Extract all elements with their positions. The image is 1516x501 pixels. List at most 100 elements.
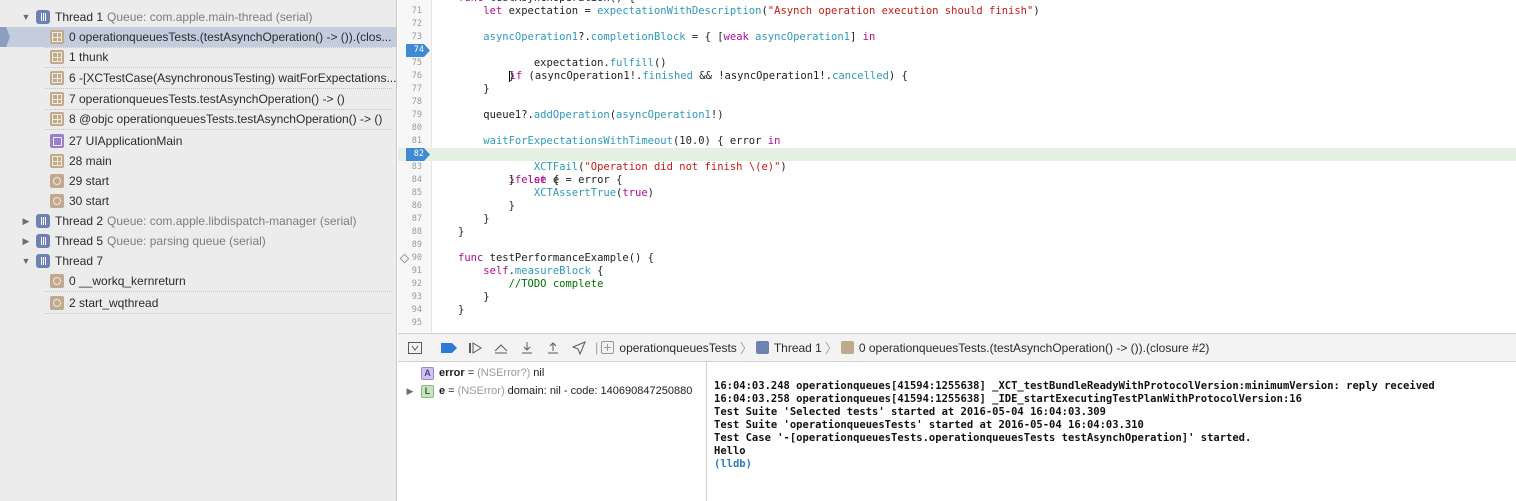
stack-frame-label: 7 operationqueuesTests.testAsynchOperati… xyxy=(69,92,345,106)
thread-icon xyxy=(36,234,50,248)
code-line[interactable]: 95 xyxy=(398,317,1516,330)
code-line[interactable]: 92 //TODO complete xyxy=(398,278,1516,291)
stack-frame-icon xyxy=(840,341,854,354)
stack-frame-row[interactable]: 6 -[XCTestCase(AsynchronousTesting) wait… xyxy=(0,68,396,88)
code-line[interactable]: 90 func testPerformanceExample() { xyxy=(398,252,1516,265)
continue-icon[interactable] xyxy=(462,338,488,358)
equals-sign: = xyxy=(448,385,455,397)
console-line: Hello xyxy=(714,445,746,457)
equals-sign: = xyxy=(467,367,475,379)
code-line[interactable]: 74 if (asyncOperation1!.finished && !asy… xyxy=(398,44,1516,82)
variable-row[interactable]: A error = (NSError?) nil xyxy=(398,364,707,382)
stack-frame-row[interactable]: 28 main xyxy=(0,151,396,171)
thread-icon xyxy=(36,254,50,268)
breakpoint-icon[interactable]: 74 xyxy=(406,44,430,57)
code-line[interactable]: 76 } xyxy=(398,70,1516,83)
variable-type: (NSError) xyxy=(457,385,505,397)
step-over-icon[interactable] xyxy=(488,338,514,358)
breakpoints-toggle-icon[interactable] xyxy=(436,338,462,358)
code-line[interactable]: 89 xyxy=(398,239,1516,252)
code-line[interactable]: 85 XCTAssertTrue(true) xyxy=(398,187,1516,200)
code-line[interactable]: 86 } xyxy=(398,200,1516,213)
code-line[interactable]: 93 } xyxy=(398,291,1516,304)
stack-frame-label: 2 start_wqthread xyxy=(69,296,159,310)
divider xyxy=(45,129,392,130)
breadcrumb-label: Thread 1 xyxy=(773,340,822,355)
stack-frame-row[interactable]: 30 start xyxy=(0,191,396,211)
source-editor[interactable]: func testAsynchOperation() { 71 let expe… xyxy=(398,0,1516,333)
stack-frame-row[interactable]: 29 start xyxy=(0,171,396,191)
thread-row[interactable]: ▼ Thread 1 Queue: com.apple.main-thread … xyxy=(0,7,396,27)
step-into-icon[interactable] xyxy=(514,338,540,358)
disclosure-closed-icon[interactable]: ▶ xyxy=(20,216,32,227)
stack-frame-row[interactable]: 1 thunk xyxy=(0,47,396,67)
stack-frame-icon xyxy=(50,92,64,106)
variable-value: nil xyxy=(533,367,545,379)
stack-frame-label: 29 start xyxy=(69,174,110,188)
argument-badge-icon: A xyxy=(421,366,434,380)
divider: | xyxy=(595,340,599,355)
code-line[interactable]: 81 waitForExpectationsWithTimeout(10.0) … xyxy=(398,135,1516,148)
stack-frame-row[interactable]: 8 @objc operationqueuesTests.testAsynchO… xyxy=(0,109,396,129)
disclosure-open-icon[interactable]: ▼ xyxy=(20,256,32,266)
thread-queue: Queue: com.apple.main-thread (serial) xyxy=(107,10,313,24)
code-line[interactable]: 73 asyncOperation1?.completionBlock = { … xyxy=(398,31,1516,44)
stack-frame-row[interactable]: 0 __workq_kernreturn xyxy=(0,271,396,291)
code-line[interactable]: 84 } else { xyxy=(398,174,1516,187)
thread-row[interactable]: ▶ Thread 2 Queue: com.apple.libdispatch-… xyxy=(0,211,396,231)
step-out-icon[interactable] xyxy=(540,338,566,358)
stack-frame-row[interactable]: 0 operationqueuesTests.(testAsynchOperat… xyxy=(0,27,396,47)
divider xyxy=(45,291,392,292)
code-line[interactable]: 87 } xyxy=(398,213,1516,226)
code-line[interactable]: 80 xyxy=(398,122,1516,135)
disclosure-closed-icon[interactable]: ▶ xyxy=(404,386,416,397)
current-line[interactable]: 82 if let e = error { xyxy=(398,148,1516,186)
divider xyxy=(45,313,392,314)
breadcrumb-target[interactable]: operationqueuesTests xyxy=(601,341,737,355)
stack-frame-icon xyxy=(50,154,64,168)
thread-icon xyxy=(36,10,50,24)
thread-row[interactable]: ▶ Thread 5 Queue: parsing queue (serial) xyxy=(0,231,396,251)
stack-frame-row[interactable]: 2 start_wqthread xyxy=(0,293,396,313)
stack-frame-row[interactable]: 7 operationqueuesTests.testAsynchOperati… xyxy=(0,89,396,109)
selection-marker-icon xyxy=(0,27,10,47)
breadcrumb-label: 0 operationqueuesTests.(testAsynchOperat… xyxy=(858,340,1210,355)
variable-type: (NSError?) xyxy=(477,367,531,379)
hide-debug-area-icon[interactable] xyxy=(402,338,428,358)
chevron-right-icon: 〉 xyxy=(824,341,838,356)
variables-view: A error = (NSError?) nil ▶ L e = (NSErro… xyxy=(398,362,707,501)
code-line[interactable]: 88} xyxy=(398,226,1516,239)
console-line: Test Suite 'operationqueuesTests' starte… xyxy=(714,419,1144,431)
console-output[interactable]: 16:04:03.248 operationqueues[41594:12556… xyxy=(708,362,1516,501)
code-line[interactable]: 71 let expectation = expectationWithDesc… xyxy=(398,5,1516,18)
code-line[interactable]: 83 XCTFail("Operation did not finish \(e… xyxy=(398,161,1516,174)
thread-title: Thread 5 xyxy=(55,234,104,248)
code-line[interactable]: 78 xyxy=(398,96,1516,109)
system-frame-icon xyxy=(50,274,64,288)
variable-name: e xyxy=(439,385,446,397)
framework-frame-icon xyxy=(50,134,64,148)
code-line[interactable]: 77 } xyxy=(398,83,1516,96)
code-line[interactable]: 94} xyxy=(398,304,1516,317)
location-icon[interactable] xyxy=(566,338,592,358)
disclosure-open-icon[interactable]: ▼ xyxy=(20,12,32,22)
thread-row[interactable]: ▼ Thread 7 xyxy=(0,251,396,271)
code-line[interactable]: 79 queue1?.addOperation(asyncOperation1!… xyxy=(398,109,1516,122)
stack-frame-row[interactable]: 27 UIApplicationMain xyxy=(0,131,396,151)
lldb-prompt[interactable]: (lldb) xyxy=(714,458,1516,471)
debug-bar: | operationqueuesTests 〉 Thread 1 〉 0 op… xyxy=(398,333,1516,362)
console-line: 16:04:03.258 operationqueues[41594:12556… xyxy=(714,393,1302,405)
breadcrumb-thread[interactable]: Thread 1 xyxy=(755,340,822,355)
code-line[interactable]: 75 expectation.fulfill() xyxy=(398,57,1516,70)
variable-row[interactable]: ▶ L e = (NSError) domain: nil - code: 14… xyxy=(398,382,707,400)
code-line[interactable]: 72 xyxy=(398,18,1516,31)
thread-icon xyxy=(755,341,769,354)
stack-frame-label: 28 main xyxy=(69,154,112,168)
disclosure-closed-icon[interactable]: ▶ xyxy=(20,236,32,247)
breadcrumb-frame[interactable]: 0 operationqueuesTests.(testAsynchOperat… xyxy=(840,340,1210,355)
stack-frame-label: 8 @objc operationqueuesTests.testAsynchO… xyxy=(69,112,383,126)
thread-queue: Queue: parsing queue (serial) xyxy=(107,234,266,248)
stack-frame-label: 0 operationqueuesTests.(testAsynchOperat… xyxy=(69,30,392,44)
code-line[interactable]: 91 self.measureBlock { xyxy=(398,265,1516,278)
stack-frame-label: 1 thunk xyxy=(69,50,109,64)
